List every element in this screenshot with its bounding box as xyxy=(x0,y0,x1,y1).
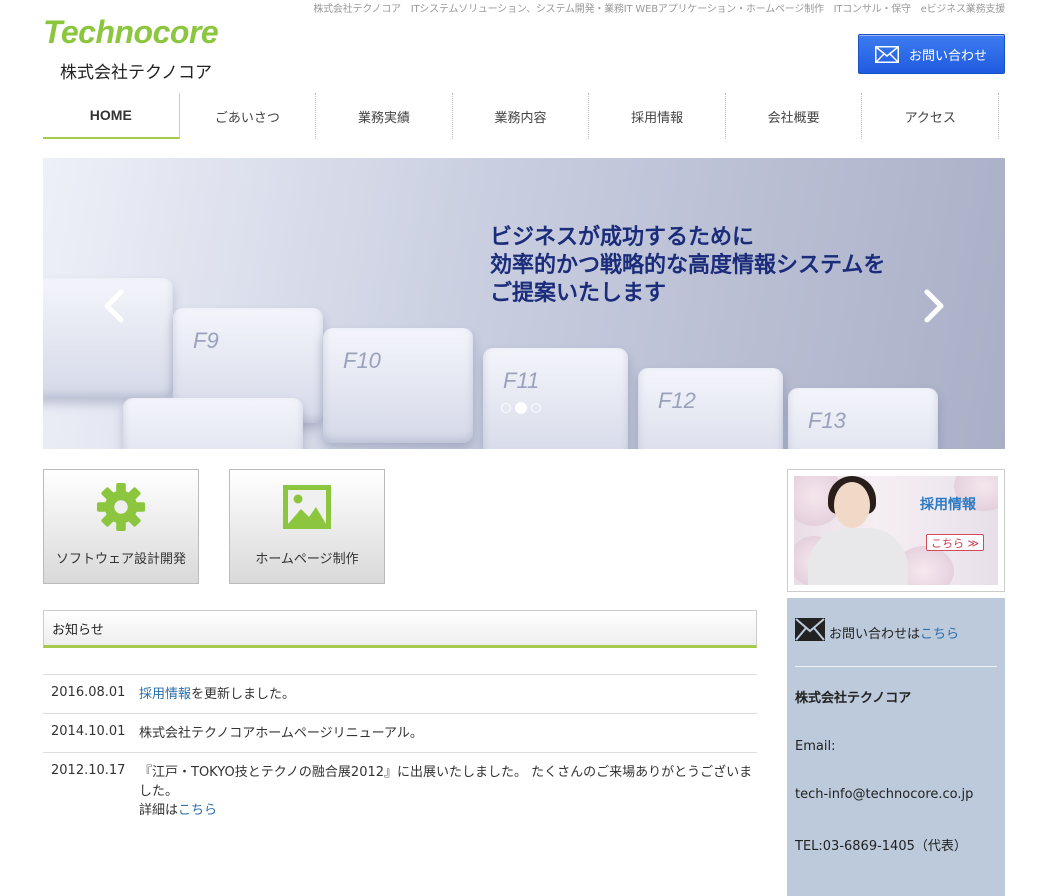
service-homepage[interactable]: ホームページ制作 xyxy=(229,469,385,584)
slider-prev-icon[interactable] xyxy=(103,288,125,324)
sidebar-email-label: Email: xyxy=(795,739,836,754)
news-item: 2012.10.17 『江戸・TOKYO技とテクノの融合展2012』に出展いたし… xyxy=(43,753,757,829)
header-tagline: 株式会社テクノコア ITシステムソリューション、システム開発・業務IT WEBア… xyxy=(313,4,1005,15)
service-software[interactable]: ソフトウェア設計開発 xyxy=(43,469,199,584)
news-list: 2016.08.01 採用情報を更新しました。 2014.10.01 株式会社テ… xyxy=(43,674,757,829)
news-link-recruit[interactable]: 採用情報 xyxy=(139,687,191,702)
news-heading: お知らせ xyxy=(43,610,757,648)
slider-dot[interactable] xyxy=(531,403,541,413)
sidebar-email[interactable]: tech-info@technocore.co.jp xyxy=(795,787,997,802)
news-date: 2012.10.17 xyxy=(51,763,126,778)
keyboard-key: F12 xyxy=(638,368,783,449)
keyboard-key: F10 xyxy=(323,328,473,443)
main-nav: HOME ごあいさつ 業務実績 業務内容 採用情報 会社概要 アクセス xyxy=(43,93,1000,139)
contact-button[interactable]: お問い合わせ xyxy=(858,34,1005,74)
envelope-icon xyxy=(795,618,825,641)
nav-item-recruit[interactable]: 採用情報 xyxy=(589,93,726,139)
slider-dots xyxy=(501,402,541,414)
nav-item-greeting[interactable]: ごあいさつ xyxy=(180,93,317,139)
news-text: 『江戸・TOKYO技とテクノの融合展2012』に出展いたしました。 たくさんのご… xyxy=(139,765,753,818)
keyboard-key: F13 xyxy=(788,388,938,449)
nav-item-company[interactable]: 会社概要 xyxy=(726,93,863,139)
sidebar-contact-box: お問い合わせは こちら 株式会社テクノコア Email: tech-info@te… xyxy=(787,598,1005,896)
keyboard-key xyxy=(123,398,303,449)
contact-button-label: お問い合わせ xyxy=(909,48,988,64)
nav-item-services[interactable]: 業務内容 xyxy=(453,93,590,139)
news-text: 採用情報を更新しました。 xyxy=(139,687,296,702)
mail-icon xyxy=(875,45,899,63)
divider xyxy=(795,666,997,667)
recruit-title: 採用情報 xyxy=(920,497,976,513)
nav-item-access[interactable]: アクセス xyxy=(862,93,1000,139)
nav-item-achievements[interactable]: 業務実績 xyxy=(316,93,453,139)
slider-dot-active[interactable] xyxy=(515,402,527,414)
sidebar-contact: お問い合わせは こちら xyxy=(795,598,997,642)
logo[interactable]: Technocore xyxy=(43,14,219,51)
gear-icon xyxy=(96,482,146,532)
hero-slider: F9 F10 F11 F12 F13 ビジネスが成功するために 効率的かつ戦略的… xyxy=(43,158,1005,449)
slide-caption: ビジネスが成功するために 効率的かつ戦略的な高度情報システムを ご提案いたします xyxy=(490,225,886,306)
news-detail-link[interactable]: こちら xyxy=(178,803,217,818)
recruit-banner[interactable]: 採用情報 こちら ≫ xyxy=(787,469,1005,592)
service-label: ホームページ制作 xyxy=(255,552,359,567)
recruit-more-button[interactable]: こちら ≫ xyxy=(926,534,984,551)
news-date: 2014.10.01 xyxy=(51,724,126,739)
keyboard-key: F11 xyxy=(483,348,628,449)
news-item: 2016.08.01 採用情報を更新しました。 xyxy=(43,675,757,714)
sidebar-company-name: 株式会社テクノコア xyxy=(795,691,912,706)
service-label: ソフトウェア設計開発 xyxy=(55,552,186,567)
image-icon xyxy=(283,485,331,529)
slider-next-icon[interactable] xyxy=(923,288,945,324)
sidebar-tel: TEL:03-6869-1405（代表） xyxy=(795,839,967,854)
slider-dot[interactable] xyxy=(501,403,511,413)
recruit-photo-person xyxy=(808,528,908,585)
logo-company-name: 株式会社テクノコア xyxy=(60,63,212,83)
news-item: 2014.10.01 株式会社テクノコアホームページリニューアル。 xyxy=(43,714,757,753)
news-text: 株式会社テクノコアホームページリニューアル。 xyxy=(139,726,423,741)
sidebar-contact-link[interactable]: こちら xyxy=(920,623,959,642)
news-date: 2016.08.01 xyxy=(51,685,126,700)
nav-item-home[interactable]: HOME xyxy=(43,93,180,139)
